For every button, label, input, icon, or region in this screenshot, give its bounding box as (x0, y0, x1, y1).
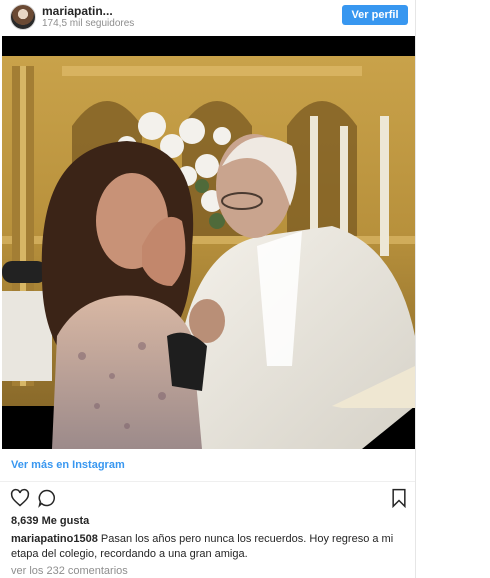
heart-icon[interactable] (10, 488, 30, 513)
comment-icon[interactable] (37, 488, 57, 513)
post-image[interactable] (2, 36, 415, 449)
divider (0, 481, 415, 482)
view-more-on-instagram-link[interactable]: Ver más en Instagram (11, 459, 125, 471)
avatar[interactable] (10, 4, 36, 30)
post-caption: mariapatino1508 Pasan los años pero nunc… (11, 532, 411, 562)
post-photo-illustration (2, 36, 415, 449)
view-profile-button[interactable]: Ver perfil (342, 5, 408, 25)
post-header: mariapatin... 174,5 mil seguidores Ver p… (0, 0, 415, 34)
username[interactable]: mariapatin... (42, 4, 113, 18)
instagram-embed-card: mariapatin... 174,5 mil seguidores Ver p… (0, 0, 416, 578)
follower-count: 174,5 mil seguidores (42, 18, 135, 29)
view-comments-link[interactable]: ver los 232 comentarios (11, 565, 128, 577)
bookmark-icon[interactable] (390, 488, 408, 513)
like-count[interactable]: 8,639 Me gusta (11, 515, 89, 527)
post-actions (0, 486, 415, 510)
caption-username[interactable]: mariapatino1508 (11, 533, 98, 545)
